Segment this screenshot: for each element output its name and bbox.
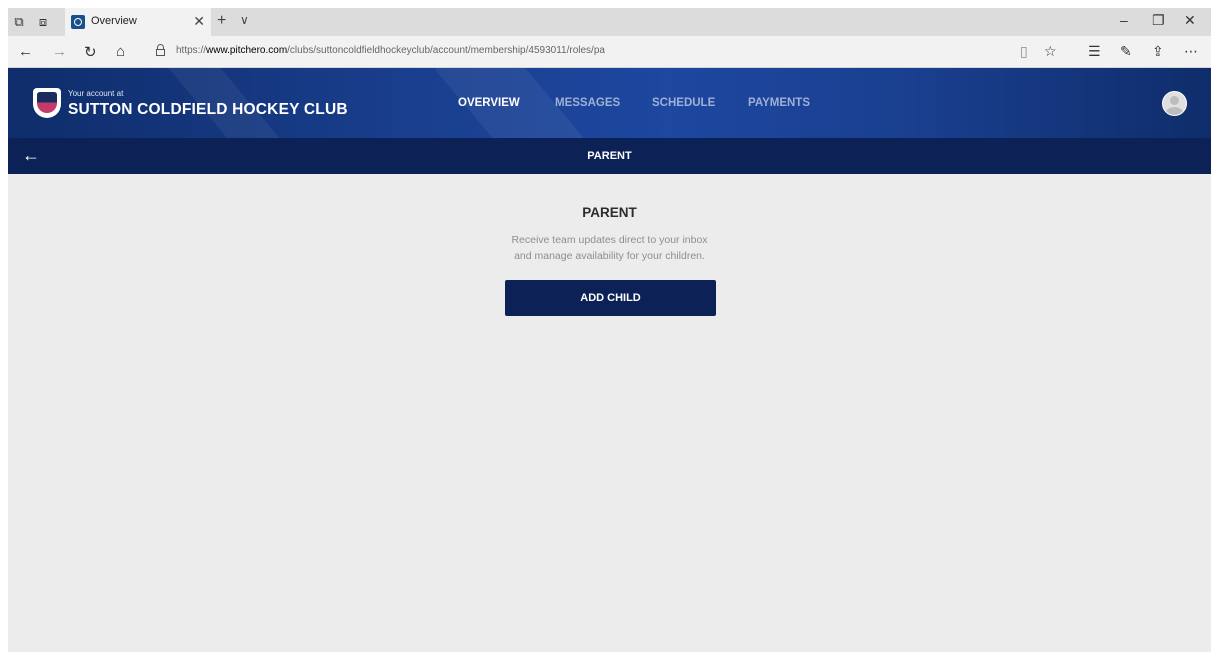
sub-header-title: PARENT xyxy=(587,150,632,162)
browser-tab-overview[interactable]: Overview ✕ xyxy=(65,8,211,36)
forward-icon[interactable]: → xyxy=(52,43,67,60)
club-crest-icon[interactable] xyxy=(33,88,61,118)
nav-payments[interactable]: PAYMENTS xyxy=(748,97,810,109)
address-bar[interactable]: https://www.pitchero.com/clubs/suttoncol… xyxy=(148,40,1074,64)
tabs-aside-icon[interactable]: ⧈ xyxy=(34,13,52,31)
web-notes-icon[interactable]: ✎ xyxy=(1120,43,1132,60)
page-heading: PARENT xyxy=(582,205,637,220)
reading-view-icon[interactable]: ▯ xyxy=(1020,43,1028,60)
refresh-icon[interactable]: ↻ xyxy=(84,43,97,61)
minimize-icon[interactable]: – xyxy=(1120,12,1128,28)
nav-overview[interactable]: OVERVIEW xyxy=(458,97,520,109)
share-icon[interactable]: ⇪ xyxy=(1152,43,1164,60)
browser-toolbar: ← → ↻ ⌂ https://www.pitchero.com/clubs/s… xyxy=(8,36,1211,68)
favorite-star-icon[interactable]: ☆ xyxy=(1044,43,1057,60)
pitchero-favicon-icon xyxy=(71,15,85,29)
nav-schedule[interactable]: SCHEDULE xyxy=(652,97,715,109)
add-child-button[interactable]: ADD CHILD xyxy=(505,280,716,316)
nav-messages[interactable]: MESSAGES xyxy=(555,97,620,109)
url-text[interactable]: https://www.pitchero.com/clubs/suttoncol… xyxy=(176,45,605,56)
new-tab-icon[interactable]: + xyxy=(217,12,226,30)
role-description: Receive team updates direct to your inbo… xyxy=(8,232,1211,264)
tab-strip: ⧉ ⧈ Overview ✕ + ∨ – ❐ ✕ xyxy=(8,8,1211,36)
home-icon[interactable]: ⌂ xyxy=(116,43,125,60)
tab-close-icon[interactable]: ✕ xyxy=(193,13,205,30)
favorites-icon[interactable]: ☰ xyxy=(1088,43,1101,60)
window-close-icon[interactable]: ✕ xyxy=(1184,12,1196,29)
back-icon[interactable]: ← xyxy=(18,43,33,60)
restore-icon[interactable]: ❐ xyxy=(1152,12,1165,29)
browser-window: ⧉ ⧈ Overview ✕ + ∨ – ❐ ✕ ← → ↻ ⌂ https:/… xyxy=(8,8,1211,652)
description-line: Receive team updates direct to your inbo… xyxy=(511,234,708,246)
description-line: and manage availability for your childre… xyxy=(514,250,705,262)
account-label: Your account at xyxy=(68,89,124,98)
tab-title: Overview xyxy=(91,15,137,27)
user-avatar[interactable] xyxy=(1162,91,1187,116)
club-name[interactable]: SUTTON COLDFIELD HOCKEY CLUB xyxy=(68,101,348,119)
tab-list-chevron-icon[interactable]: ∨ xyxy=(240,13,249,27)
sub-header: ← PARENT xyxy=(8,138,1211,174)
tab-actions-icon[interactable]: ⧉ xyxy=(10,13,28,31)
lock-icon xyxy=(156,44,165,56)
main-content: PARENT Receive team updates direct to yo… xyxy=(8,174,1211,652)
more-icon[interactable]: ⋯ xyxy=(1184,43,1198,60)
site-header: Your account at SUTTON COLDFIELD HOCKEY … xyxy=(8,68,1211,138)
